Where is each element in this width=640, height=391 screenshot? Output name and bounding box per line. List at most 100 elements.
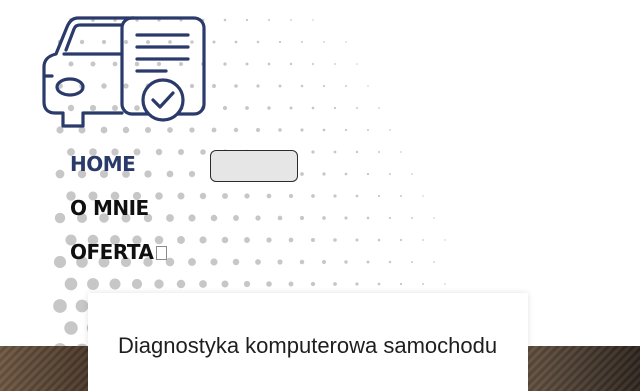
- halftone-dot: [266, 193, 272, 199]
- halftone-dot: [188, 170, 196, 178]
- halftone-dot: [344, 172, 348, 176]
- main-navigation: HOME O MNIE OFERTA: [70, 152, 168, 284]
- halftone-dot: [266, 281, 272, 287]
- halftone-dot: [311, 194, 315, 198]
- halftone-dot: [278, 128, 282, 132]
- halftone-dot: [411, 217, 413, 219]
- search-input[interactable]: [210, 150, 298, 182]
- halftone-dot: [233, 127, 239, 133]
- halftone-dot: [255, 259, 261, 265]
- halftone-dot: [399, 238, 403, 242]
- halftone-dot: [422, 239, 424, 241]
- halftone-dot: [199, 236, 207, 244]
- halftone-dot: [278, 40, 282, 44]
- halftone-dot: [310, 281, 316, 287]
- halftone-dot: [234, 84, 238, 88]
- halftone-dot: [389, 173, 391, 175]
- halftone-dot: [222, 105, 228, 111]
- halftone-dot: [211, 127, 217, 133]
- halftone-dot: [200, 149, 206, 155]
- halftone-dot: [322, 84, 326, 88]
- halftone-dot: [344, 260, 348, 264]
- halftone-dot: [289, 62, 293, 66]
- dropdown-glyph-icon[interactable]: [156, 246, 168, 260]
- halftone-dot: [256, 40, 260, 44]
- halftone-dot: [355, 194, 359, 198]
- halftone-dot: [53, 255, 67, 269]
- halftone-dot: [255, 215, 261, 221]
- halftone-dot: [400, 151, 402, 153]
- halftone-dot: [267, 18, 271, 22]
- halftone-dot: [377, 194, 381, 198]
- halftone-dot: [322, 216, 326, 220]
- halftone-dot: [288, 237, 294, 243]
- halftone-dot: [277, 259, 283, 265]
- halftone-dot: [245, 18, 249, 22]
- halftone-dot: [333, 282, 337, 286]
- halftone-dot: [377, 282, 381, 286]
- halftone-dot: [177, 236, 185, 244]
- halftone-dot: [300, 128, 304, 132]
- halftone-dot: [245, 106, 249, 110]
- halftone-dot: [300, 84, 304, 88]
- halftone-dot: [290, 19, 292, 21]
- halftone-dot: [422, 283, 424, 285]
- halftone-dot: [322, 128, 326, 132]
- halftone-dot: [233, 215, 239, 221]
- halftone-dot: [311, 62, 315, 66]
- halftone-dot: [199, 192, 207, 200]
- halftone-dot: [366, 216, 370, 220]
- halftone-dot: [199, 280, 207, 288]
- nav-offer-label: OFERTA: [70, 240, 154, 264]
- halftone-dot: [266, 237, 272, 243]
- halftone-dot: [210, 214, 218, 222]
- halftone-dot: [400, 195, 402, 197]
- halftone-dot: [278, 84, 282, 88]
- halftone-dot: [355, 282, 359, 286]
- halftone-dot: [245, 62, 249, 66]
- halftone-dot: [356, 63, 358, 65]
- halftone-dot: [322, 260, 326, 264]
- halftone-dot: [277, 215, 283, 221]
- halftone-dot: [344, 216, 348, 220]
- halftone-dot: [289, 106, 293, 110]
- halftone-dot: [444, 239, 446, 241]
- halftone-dot: [223, 62, 227, 66]
- halftone-dot: [444, 283, 446, 285]
- halftone-dot: [64, 321, 78, 335]
- car-document-check-icon: [42, 16, 206, 128]
- halftone-dot: [177, 148, 185, 156]
- halftone-dot: [388, 216, 392, 220]
- halftone-dot: [433, 261, 435, 263]
- halftone-dot: [411, 173, 413, 175]
- halftone-dot: [356, 107, 358, 109]
- halftone-dot: [333, 194, 337, 198]
- halftone-dot: [256, 128, 260, 132]
- halftone-dot: [312, 19, 314, 21]
- halftone-dot: [244, 237, 250, 243]
- halftone-dot: [188, 258, 196, 266]
- halftone-dot: [267, 106, 271, 110]
- halftone-dot: [344, 128, 348, 132]
- nav-about-link[interactable]: O MNIE: [70, 196, 167, 220]
- halftone-dot: [399, 282, 403, 286]
- halftone-dot: [212, 40, 216, 44]
- halftone-dot: [55, 169, 65, 179]
- nav-home-link[interactable]: HOME: [70, 152, 167, 176]
- halftone-dot: [311, 106, 315, 110]
- halftone-dot: [355, 238, 359, 242]
- halftone-dot: [188, 214, 196, 222]
- halftone-dot: [322, 172, 326, 176]
- halftone-dot: [75, 299, 89, 313]
- halftone-dot: [256, 84, 260, 88]
- submenu-item-diagnostics[interactable]: Diagnostyka komputerowa samochodu: [118, 333, 497, 359]
- halftone-dot: [53, 299, 67, 313]
- halftone-dot: [333, 238, 337, 242]
- halftone-dot: [433, 217, 435, 219]
- halftone-dot: [267, 62, 271, 66]
- halftone-dot: [367, 85, 369, 87]
- halftone-dot: [177, 192, 185, 200]
- nav-offer-link[interactable]: OFERTA: [70, 240, 168, 264]
- halftone-dot: [388, 260, 392, 264]
- halftone-dot: [54, 212, 66, 224]
